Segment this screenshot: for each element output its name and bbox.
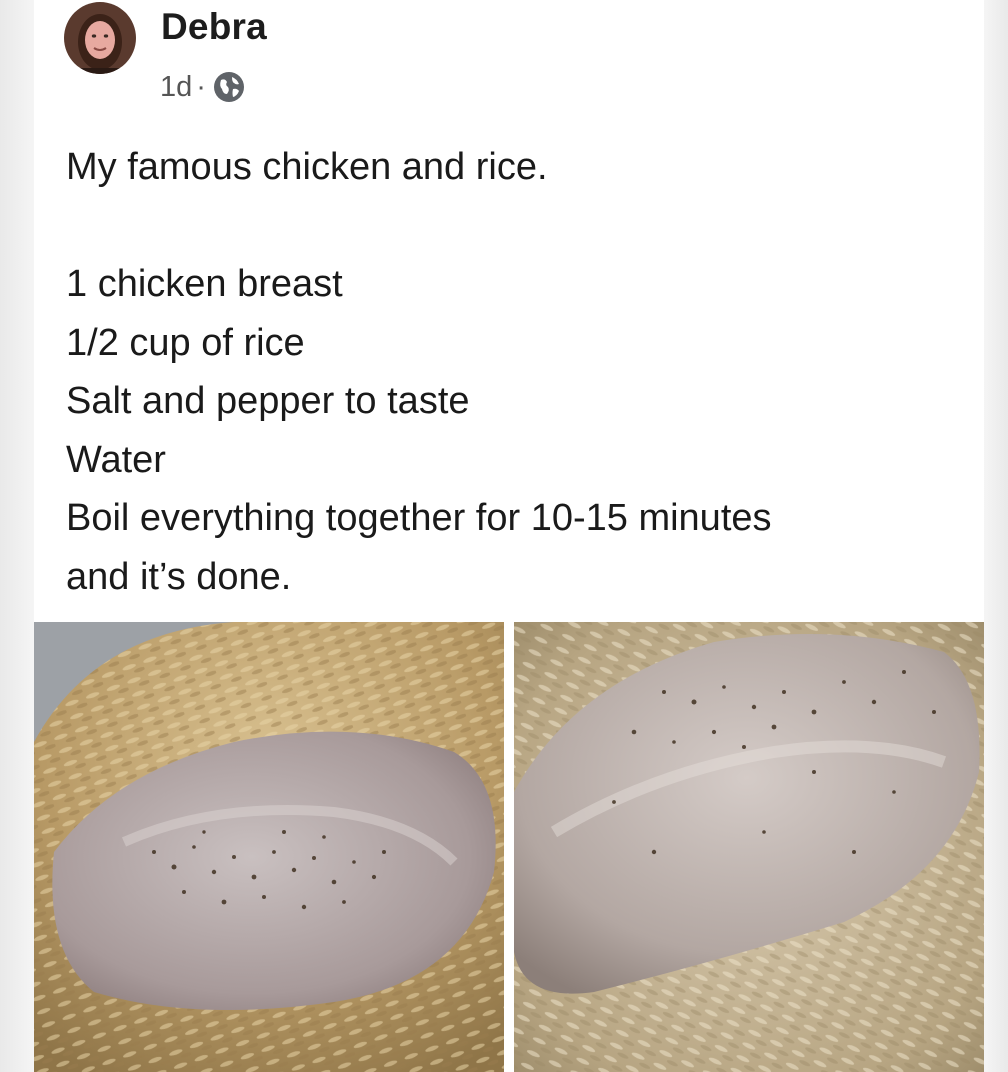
photo-grid — [34, 622, 984, 1072]
post-text-line: My famous chicken and rice. — [66, 146, 548, 188]
globe-icon[interactable] — [212, 70, 246, 104]
post-text-line: and it’s done. — [66, 555, 292, 598]
chicken-rice-photo-2[interactable] — [514, 622, 984, 1072]
post-text-blank-line — [66, 197, 966, 256]
post-meta: 1d · — [160, 70, 246, 104]
meta-separator: · — [196, 70, 206, 103]
post-text-line: 1 chicken breast — [66, 263, 343, 305]
post-text-line: 1/2 cup of rice — [66, 321, 305, 364]
left-border — [0, 0, 34, 1072]
post-time[interactable]: 1d — [160, 71, 192, 104]
post-text-line: Water — [66, 438, 166, 481]
post-text-line: Salt and pepper to taste — [66, 380, 470, 422]
chicken-rice-photo-1[interactable] — [34, 622, 504, 1072]
post-text-line: Boil everything together for 10-15 minut… — [66, 497, 772, 539]
post-text: My famous chicken and rice. 1 chicken br… — [66, 138, 966, 606]
avatar[interactable] — [64, 2, 136, 74]
right-border — [984, 0, 1008, 1072]
author-name[interactable]: Debra — [161, 6, 267, 48]
